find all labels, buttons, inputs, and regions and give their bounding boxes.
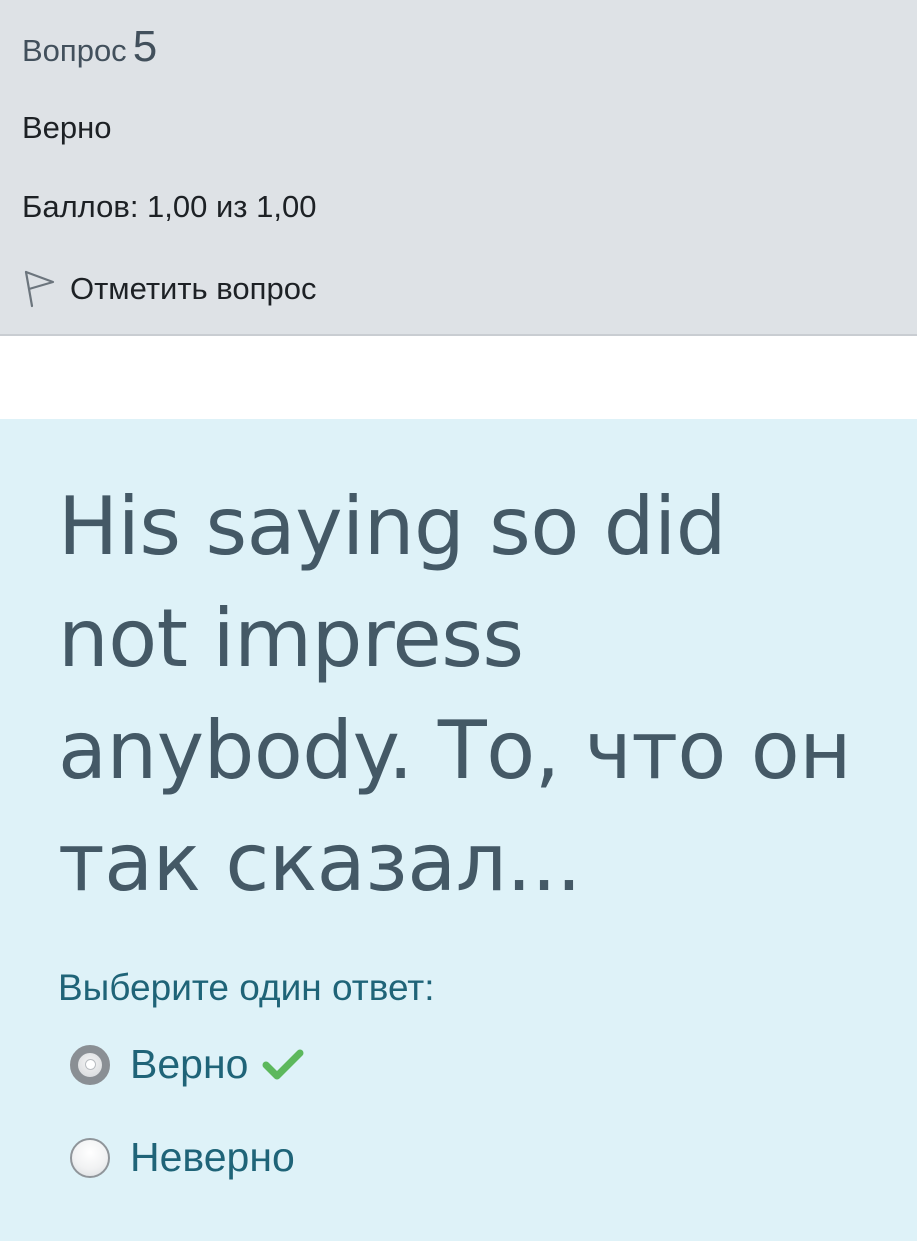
flag-question-label: Отметить вопрос [70,271,317,306]
check-icon [262,1048,304,1082]
answer-option-false[interactable]: Неверно [70,1134,295,1181]
radio-button-selected[interactable] [70,1044,110,1085]
question-content-panel: His saying so did not impress anybody. Т… [0,419,917,1241]
question-number-heading: Вопрос 5 [22,22,157,72]
question-grade: Баллов: 1,00 из 1,00 [22,189,317,224]
question-state: Верно [22,110,112,145]
flag-icon [22,269,56,309]
question-number: 5 [132,22,158,71]
question-text: His saying so did not impress anybody. Т… [58,480,852,909]
radio-button[interactable] [70,1137,110,1178]
answer-label: Верно [130,1041,249,1087]
answer-prompt: Выберите один ответ: [58,967,435,1008]
answer-label: Неверно [130,1134,295,1180]
question-word: Вопрос [22,33,127,68]
answer-option-true[interactable]: Верно [70,1041,304,1088]
question-info-panel: Вопрос 5 Верно Баллов: 1,00 из 1,00 Отмет… [0,0,917,336]
flag-question-link[interactable]: Отметить вопрос [22,268,316,310]
